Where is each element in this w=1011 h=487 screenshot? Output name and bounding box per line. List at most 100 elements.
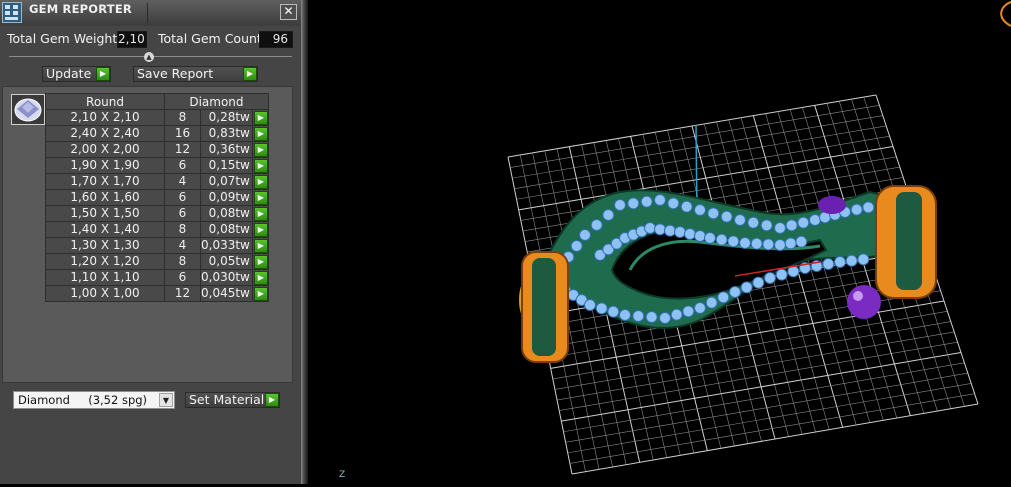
- select-row-cell: ▶: [251, 221, 269, 238]
- play-icon[interactable]: ▶: [253, 223, 268, 237]
- gem-count-cell: 12: [164, 285, 201, 302]
- gem-table-row[interactable]: 1,60 X 1,60 6 0,09tw ▶: [45, 189, 269, 206]
- gem-weight-cell: 0,08tw: [200, 221, 253, 238]
- gem-stone: [760, 219, 773, 232]
- gem-stone: [684, 228, 696, 240]
- gem-table-row[interactable]: 1,40 X 1,40 8 0,08tw ▶: [45, 221, 269, 238]
- total-gem-count-label: Total Gem Count: [158, 31, 262, 46]
- play-icon[interactable]: ▶: [253, 127, 268, 141]
- gem-stone: [704, 232, 716, 244]
- play-icon[interactable]: ▶: [253, 159, 268, 173]
- play-icon[interactable]: ▶: [253, 111, 268, 125]
- gem-count-cell: 8: [164, 109, 201, 126]
- gem-stone: [752, 276, 765, 289]
- gem-count-cell: 6: [164, 205, 201, 222]
- gem-table-row[interactable]: 1,30 X 1,30 4 0,033tw ▶: [45, 237, 269, 254]
- gem-size-cell: 2,10 X 2,10: [45, 109, 165, 126]
- gem-size-cell: 1,30 X 1,30: [45, 237, 165, 254]
- gem-size-cell: 1,00 X 1,00: [45, 285, 165, 302]
- grid-line: [567, 383, 972, 454]
- gem-table-row[interactable]: 2,10 X 2,10 8 0,28tw ▶: [45, 109, 269, 126]
- play-icon[interactable]: ▶: [253, 239, 268, 253]
- select-row-cell: ▶: [251, 269, 269, 286]
- play-icon[interactable]: ▶: [253, 143, 268, 157]
- purple-gem-highlight: [853, 291, 863, 301]
- gem-stone: [607, 305, 620, 318]
- gem-size-cell: 2,40 X 2,40: [45, 125, 165, 142]
- gem-reporter-panel: GEM REPORTER ✕ Total Gem Weight 2,10 Tot…: [0, 0, 301, 484]
- set-material-button[interactable]: Set Material ▶: [185, 392, 280, 408]
- save-report-button-label: Save Report: [137, 66, 214, 81]
- gem-stone: [644, 222, 656, 234]
- gem-table-row[interactable]: 1,10 X 1,10 6 0,030tw ▶: [45, 269, 269, 286]
- gem-stone: [654, 194, 666, 206]
- play-icon[interactable]: ▶: [253, 255, 268, 269]
- gem-stone: [705, 296, 718, 309]
- gem-stone: [720, 210, 733, 223]
- panel-splitter[interactable]: [301, 0, 308, 484]
- gem-stone: [694, 302, 706, 314]
- gem-table-row[interactable]: 2,00 X 2,00 12 0,36tw ▶: [45, 141, 269, 158]
- play-icon[interactable]: ▶: [253, 191, 268, 205]
- gem-table-row[interactable]: 1,50 X 1,50 6 0,08tw ▶: [45, 205, 269, 222]
- gem-stone: [674, 226, 686, 238]
- gem-stone: [670, 308, 683, 321]
- 3d-viewport[interactable]: [308, 0, 1011, 484]
- gem-stone: [809, 214, 821, 226]
- material-column-header: Diamond: [164, 93, 269, 110]
- window-title: GEM REPORTER: [29, 2, 132, 16]
- select-row-cell: ▶: [251, 125, 269, 142]
- select-row-cell: ▶: [251, 157, 269, 174]
- close-icon[interactable]: ✕: [280, 4, 297, 20]
- gem-stone: [795, 235, 808, 248]
- gem-table-row[interactable]: 2,40 X 2,40 16 0,83tw ▶: [45, 125, 269, 142]
- shape-column-header: Round: [45, 93, 165, 110]
- gem-stone: [785, 219, 798, 232]
- select-row-cell: ▶: [251, 237, 269, 254]
- total-gem-count-value: 96: [259, 31, 293, 48]
- gem-stone: [627, 197, 640, 210]
- gem-stone: [729, 286, 741, 298]
- gem-count-cell: 8: [164, 221, 201, 238]
- gem-count-cell: 12: [164, 141, 201, 158]
- select-row-cell: ▶: [251, 173, 269, 190]
- gem-stone: [734, 214, 746, 226]
- collapse-icon[interactable]: ▲: [144, 52, 154, 62]
- gem-count-cell: 6: [164, 157, 201, 174]
- gem-table-row[interactable]: 1,70 X 1,70 4 0,07tw ▶: [45, 173, 269, 190]
- gem-stone: [740, 281, 753, 294]
- purple-gem: [818, 196, 846, 214]
- grid-line: [571, 403, 979, 475]
- gem-stone: [659, 312, 671, 324]
- gem-table-row[interactable]: 1,90 X 1,90 6 0,15tw ▶: [45, 157, 269, 174]
- gem-count-cell: 8: [164, 253, 201, 270]
- save-report-button[interactable]: Save Report ▶: [133, 66, 258, 82]
- gem-stone: [640, 195, 653, 208]
- title-bar[interactable]: GEM REPORTER ✕: [0, 0, 301, 26]
- gem-size-cell: 1,10 X 1,10: [45, 269, 165, 286]
- gem-stone: [747, 216, 760, 229]
- set-material-button-label: Set Material: [189, 392, 265, 407]
- play-icon[interactable]: ▶: [253, 287, 268, 301]
- gem-stone: [579, 229, 591, 241]
- play-icon[interactable]: ▶: [253, 207, 268, 221]
- ring-model[interactable]: [519, 185, 937, 363]
- gem-weight-cell: 0,033tw: [200, 237, 253, 254]
- gem-stone: [834, 256, 846, 268]
- gem-size-cell: 1,20 X 1,20: [45, 253, 165, 270]
- gem-table-row[interactable]: 1,20 X 1,20 8 0,05tw ▶: [45, 253, 269, 270]
- update-button-label: Update: [46, 66, 92, 81]
- gem-table-row[interactable]: 1,00 X 1,00 12 0,045tw ▶: [45, 285, 269, 302]
- gem-stone: [717, 291, 730, 304]
- select-row-cell: ▶: [251, 205, 269, 222]
- update-button[interactable]: Update ▶: [42, 66, 111, 82]
- gem-stone: [682, 305, 695, 318]
- gem-stone: [595, 302, 608, 315]
- gem-shape-icon[interactable]: [11, 94, 45, 125]
- gem-size-cell: 1,40 X 1,40: [45, 221, 165, 238]
- play-icon[interactable]: ▶: [253, 271, 268, 285]
- gem-count-cell: 4: [164, 237, 201, 254]
- play-icon[interactable]: ▶: [253, 175, 268, 189]
- material-select[interactable]: Diamond (3,52 spg) ▼: [13, 391, 175, 409]
- dropdown-arrow-icon[interactable]: ▼: [159, 393, 173, 407]
